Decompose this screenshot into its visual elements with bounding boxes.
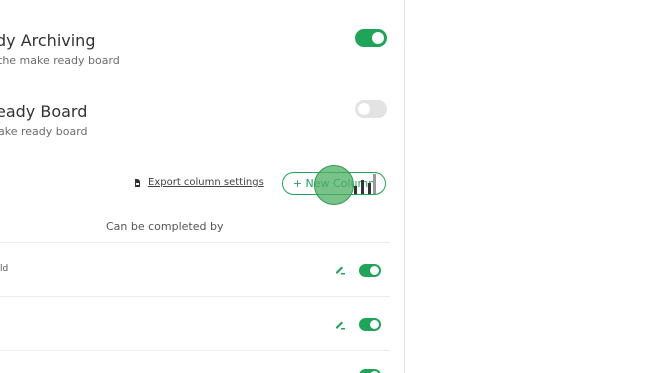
- archiving-toggle[interactable]: [355, 29, 387, 47]
- setting-desc-ready-board: ake ready board: [0, 125, 88, 138]
- edit-icon[interactable]: [334, 318, 346, 330]
- ready-board-toggle[interactable]: [355, 100, 387, 118]
- panel-divider: [404, 0, 405, 373]
- column-header-completed-by: Can be completed by: [106, 220, 224, 233]
- edit-icon[interactable]: [334, 263, 346, 275]
- toggle-knob: [372, 32, 384, 44]
- settings-panel: dy Archiving the make ready board eady B…: [0, 0, 404, 373]
- row-label: ld: [0, 264, 9, 274]
- toggle-knob: [370, 266, 379, 275]
- click-indicator: [314, 165, 354, 205]
- row-toggle[interactable]: [359, 369, 381, 373]
- loading-bars-icon: [352, 174, 376, 194]
- row-divider: [0, 296, 390, 297]
- row-toggle[interactable]: [359, 264, 381, 277]
- setting-title-ready-board: eady Board: [0, 102, 88, 121]
- setting-title-archiving: dy Archiving: [0, 31, 96, 50]
- row-divider: [0, 350, 390, 351]
- row-divider: [0, 242, 390, 243]
- toggle-knob: [358, 103, 370, 115]
- toggle-knob: [370, 320, 379, 329]
- export-label: Export column settings: [148, 177, 264, 188]
- row-toggle[interactable]: [359, 318, 381, 331]
- export-column-settings-link[interactable]: Export column settings: [134, 177, 264, 188]
- export-icon: [135, 178, 140, 187]
- setting-desc-archiving: the make ready board: [0, 54, 120, 67]
